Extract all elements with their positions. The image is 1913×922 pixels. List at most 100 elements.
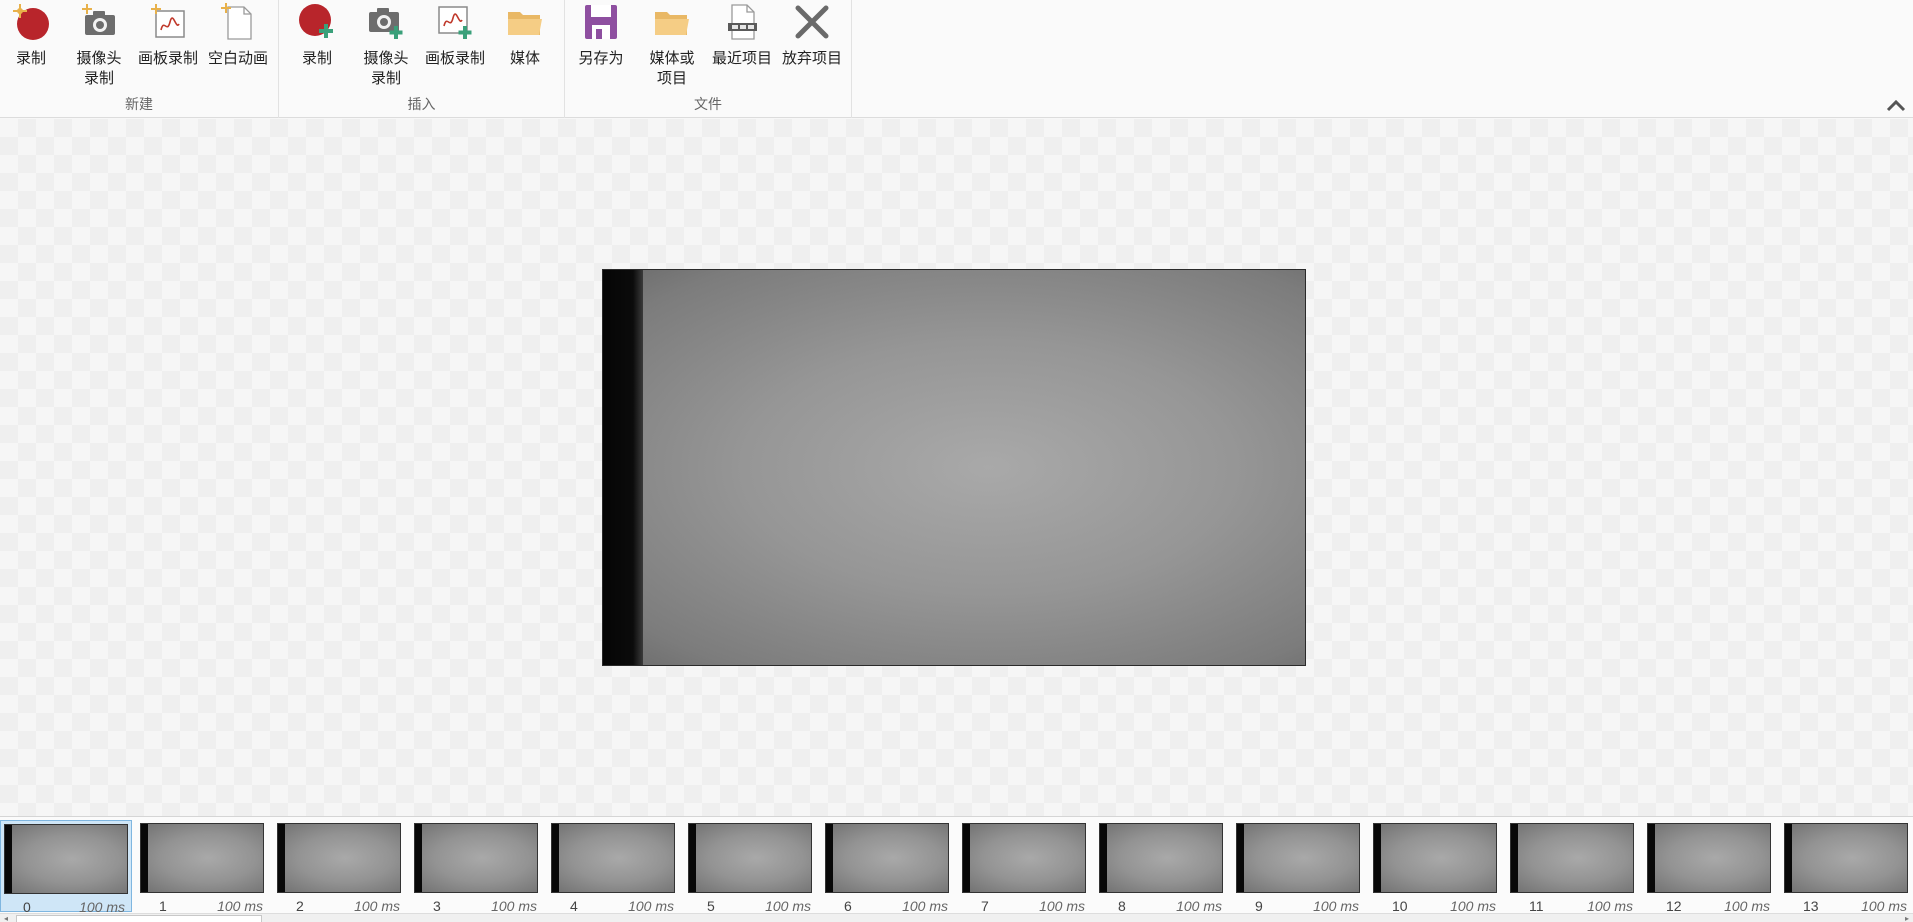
frame-number: 1 <box>159 898 167 914</box>
frame-duration: 100 ms <box>217 898 263 914</box>
insert-board-record-label: 画板录制 <box>424 49 485 67</box>
frame-duration: 100 ms <box>902 898 948 914</box>
board-insert-icon <box>435 2 475 42</box>
media-folder-icon <box>505 2 545 42</box>
ribbon-toolbar: 录制 摄像头 录制 画板录制 空白动画 新建 录制 摄像头 录制 画板录制 媒体… <box>0 0 1913 118</box>
frame-thumbnail <box>962 823 1086 893</box>
frame-duration: 100 ms <box>1450 898 1496 914</box>
scroll-right-arrow[interactable]: ▸ <box>1901 914 1913 922</box>
group-insert: 录制 摄像头 录制 画板录制 媒体 插入 <box>279 0 565 118</box>
board-new-icon <box>148 2 188 42</box>
frame-thumbnail <box>1510 823 1634 893</box>
frame-duration: 100 ms <box>1313 898 1359 914</box>
frame-filmstrip: 0 100 ms 1 100 ms 2 100 ms 3 100 ms 4 100 ms 5 100 … <box>0 816 1913 922</box>
frame-item[interactable]: 13 100 ms <box>1781 820 1913 914</box>
record-insert-icon <box>297 2 337 42</box>
blank-animation-icon <box>218 2 258 42</box>
editor-canvas[interactable] <box>0 119 1913 816</box>
frame-item[interactable]: 4 100 ms <box>548 820 680 914</box>
frame-duration: 100 ms <box>1587 898 1633 914</box>
save-as-button[interactable]: 另存为 <box>566 2 636 92</box>
insert-webcam-record-label: 摄像头 录制 <box>363 49 409 87</box>
frame-number: 7 <box>981 898 989 914</box>
new-board-record-button[interactable]: 画板录制 <box>133 2 203 92</box>
current-frame-preview <box>602 269 1306 666</box>
save-as-label: 另存为 <box>578 49 624 67</box>
insert-webcam-record-button[interactable]: 摄像头 录制 <box>351 2 421 92</box>
insert-board-record-button[interactable]: 画板录制 <box>420 2 490 92</box>
frame-number: 2 <box>296 898 304 914</box>
frame-duration: 100 ms <box>1176 898 1222 914</box>
recent-projects-button[interactable]: 最近项目 <box>707 2 777 92</box>
webcam-new-icon <box>79 2 119 42</box>
open-media-project-button[interactable]: 媒体或 项目 <box>637 2 707 92</box>
frame-number: 8 <box>1118 898 1126 914</box>
discard-project-label: 放弃项目 <box>781 49 842 67</box>
frame-duration: 100 ms <box>1039 898 1085 914</box>
insert-record-label: 录制 <box>301 49 332 67</box>
frame-thumbnail <box>1784 823 1908 893</box>
filmstrip-scrollbar[interactable]: ◂ ▸ <box>0 913 1913 922</box>
group-new-label: 新建 <box>125 97 153 113</box>
frame-item[interactable]: 12 100 ms <box>1644 820 1776 914</box>
group-new: 录制 摄像头 录制 画板录制 空白动画 新建 <box>0 0 279 118</box>
frame-duration: 100 ms <box>765 898 811 914</box>
new-board-record-label: 画板录制 <box>137 49 198 67</box>
frame-dark-edge <box>603 270 643 665</box>
save-as-icon <box>581 2 621 42</box>
frame-thumbnail <box>688 823 812 893</box>
open-folder-icon <box>652 2 692 42</box>
frame-number: 13 <box>1803 898 1819 914</box>
group-insert-label: 插入 <box>407 97 436 113</box>
insert-media-label: 媒体 <box>509 49 540 67</box>
frame-item[interactable]: 2 100 ms <box>274 820 406 914</box>
frame-item[interactable]: 9 100 ms <box>1233 820 1365 914</box>
frame-item[interactable]: 8 100 ms <box>1096 820 1228 914</box>
new-webcam-record-button[interactable]: 摄像头 录制 <box>64 2 134 92</box>
frame-number: 5 <box>707 898 715 914</box>
discard-project-button[interactable]: 放弃项目 <box>777 2 847 92</box>
webcam-insert-icon <box>366 2 406 42</box>
frame-number: 11 <box>1529 898 1544 914</box>
recent-projects-icon <box>722 2 762 42</box>
frame-item[interactable]: 6 100 ms <box>822 820 954 914</box>
frame-item[interactable]: 0 100 ms <box>0 820 132 915</box>
frame-thumbnail <box>1099 823 1223 893</box>
record-new-icon <box>11 2 51 42</box>
frame-number: 3 <box>433 898 441 914</box>
frame-duration: 100 ms <box>628 898 674 914</box>
new-blank-animation-button[interactable]: 空白动画 <box>203 2 273 92</box>
frame-item[interactable]: 10 100 ms <box>1370 820 1502 914</box>
insert-record-button[interactable]: 录制 <box>282 2 352 92</box>
frame-item[interactable]: 7 100 ms <box>959 820 1091 914</box>
frame-item[interactable]: 11 100 ms <box>1507 820 1639 914</box>
frame-thumbnail <box>551 823 675 893</box>
group-file-label: 文件 <box>694 97 722 113</box>
new-record-button[interactable]: 录制 <box>0 2 66 92</box>
frame-number: 10 <box>1392 898 1408 914</box>
frame-duration: 100 ms <box>491 898 537 914</box>
scrollbar-thumb[interactable] <box>16 915 262 922</box>
frame-thumbnail <box>1236 823 1360 893</box>
insert-media-button[interactable]: 媒体 <box>490 2 560 92</box>
group-file: 另存为 媒体或 项目 最近项目 放弃项目 文件 <box>565 0 852 118</box>
frame-item[interactable]: 5 100 ms <box>685 820 817 914</box>
frame-number: 9 <box>1255 898 1263 914</box>
frame-duration: 100 ms <box>354 898 400 914</box>
chevron-up-icon <box>1886 99 1906 112</box>
frame-item[interactable]: 3 100 ms <box>411 820 543 914</box>
frame-duration: 100 ms <box>1861 898 1907 914</box>
frame-thumbnail <box>140 823 264 893</box>
recent-projects-label: 最近项目 <box>711 49 772 67</box>
open-media-project-label: 媒体或 项目 <box>649 49 695 87</box>
frame-item[interactable]: 1 100 ms <box>137 820 269 914</box>
frame-thumbnail <box>4 824 128 894</box>
frame-duration: 100 ms <box>1724 898 1770 914</box>
scroll-left-arrow[interactable]: ◂ <box>0 914 12 922</box>
frame-number: 6 <box>844 898 852 914</box>
discard-project-icon <box>792 2 832 42</box>
collapse-ribbon-button[interactable] <box>1885 96 1907 114</box>
new-blank-animation-label: 空白动画 <box>207 49 268 67</box>
frame-thumbnail <box>825 823 949 893</box>
frame-thumbnail <box>277 823 401 893</box>
